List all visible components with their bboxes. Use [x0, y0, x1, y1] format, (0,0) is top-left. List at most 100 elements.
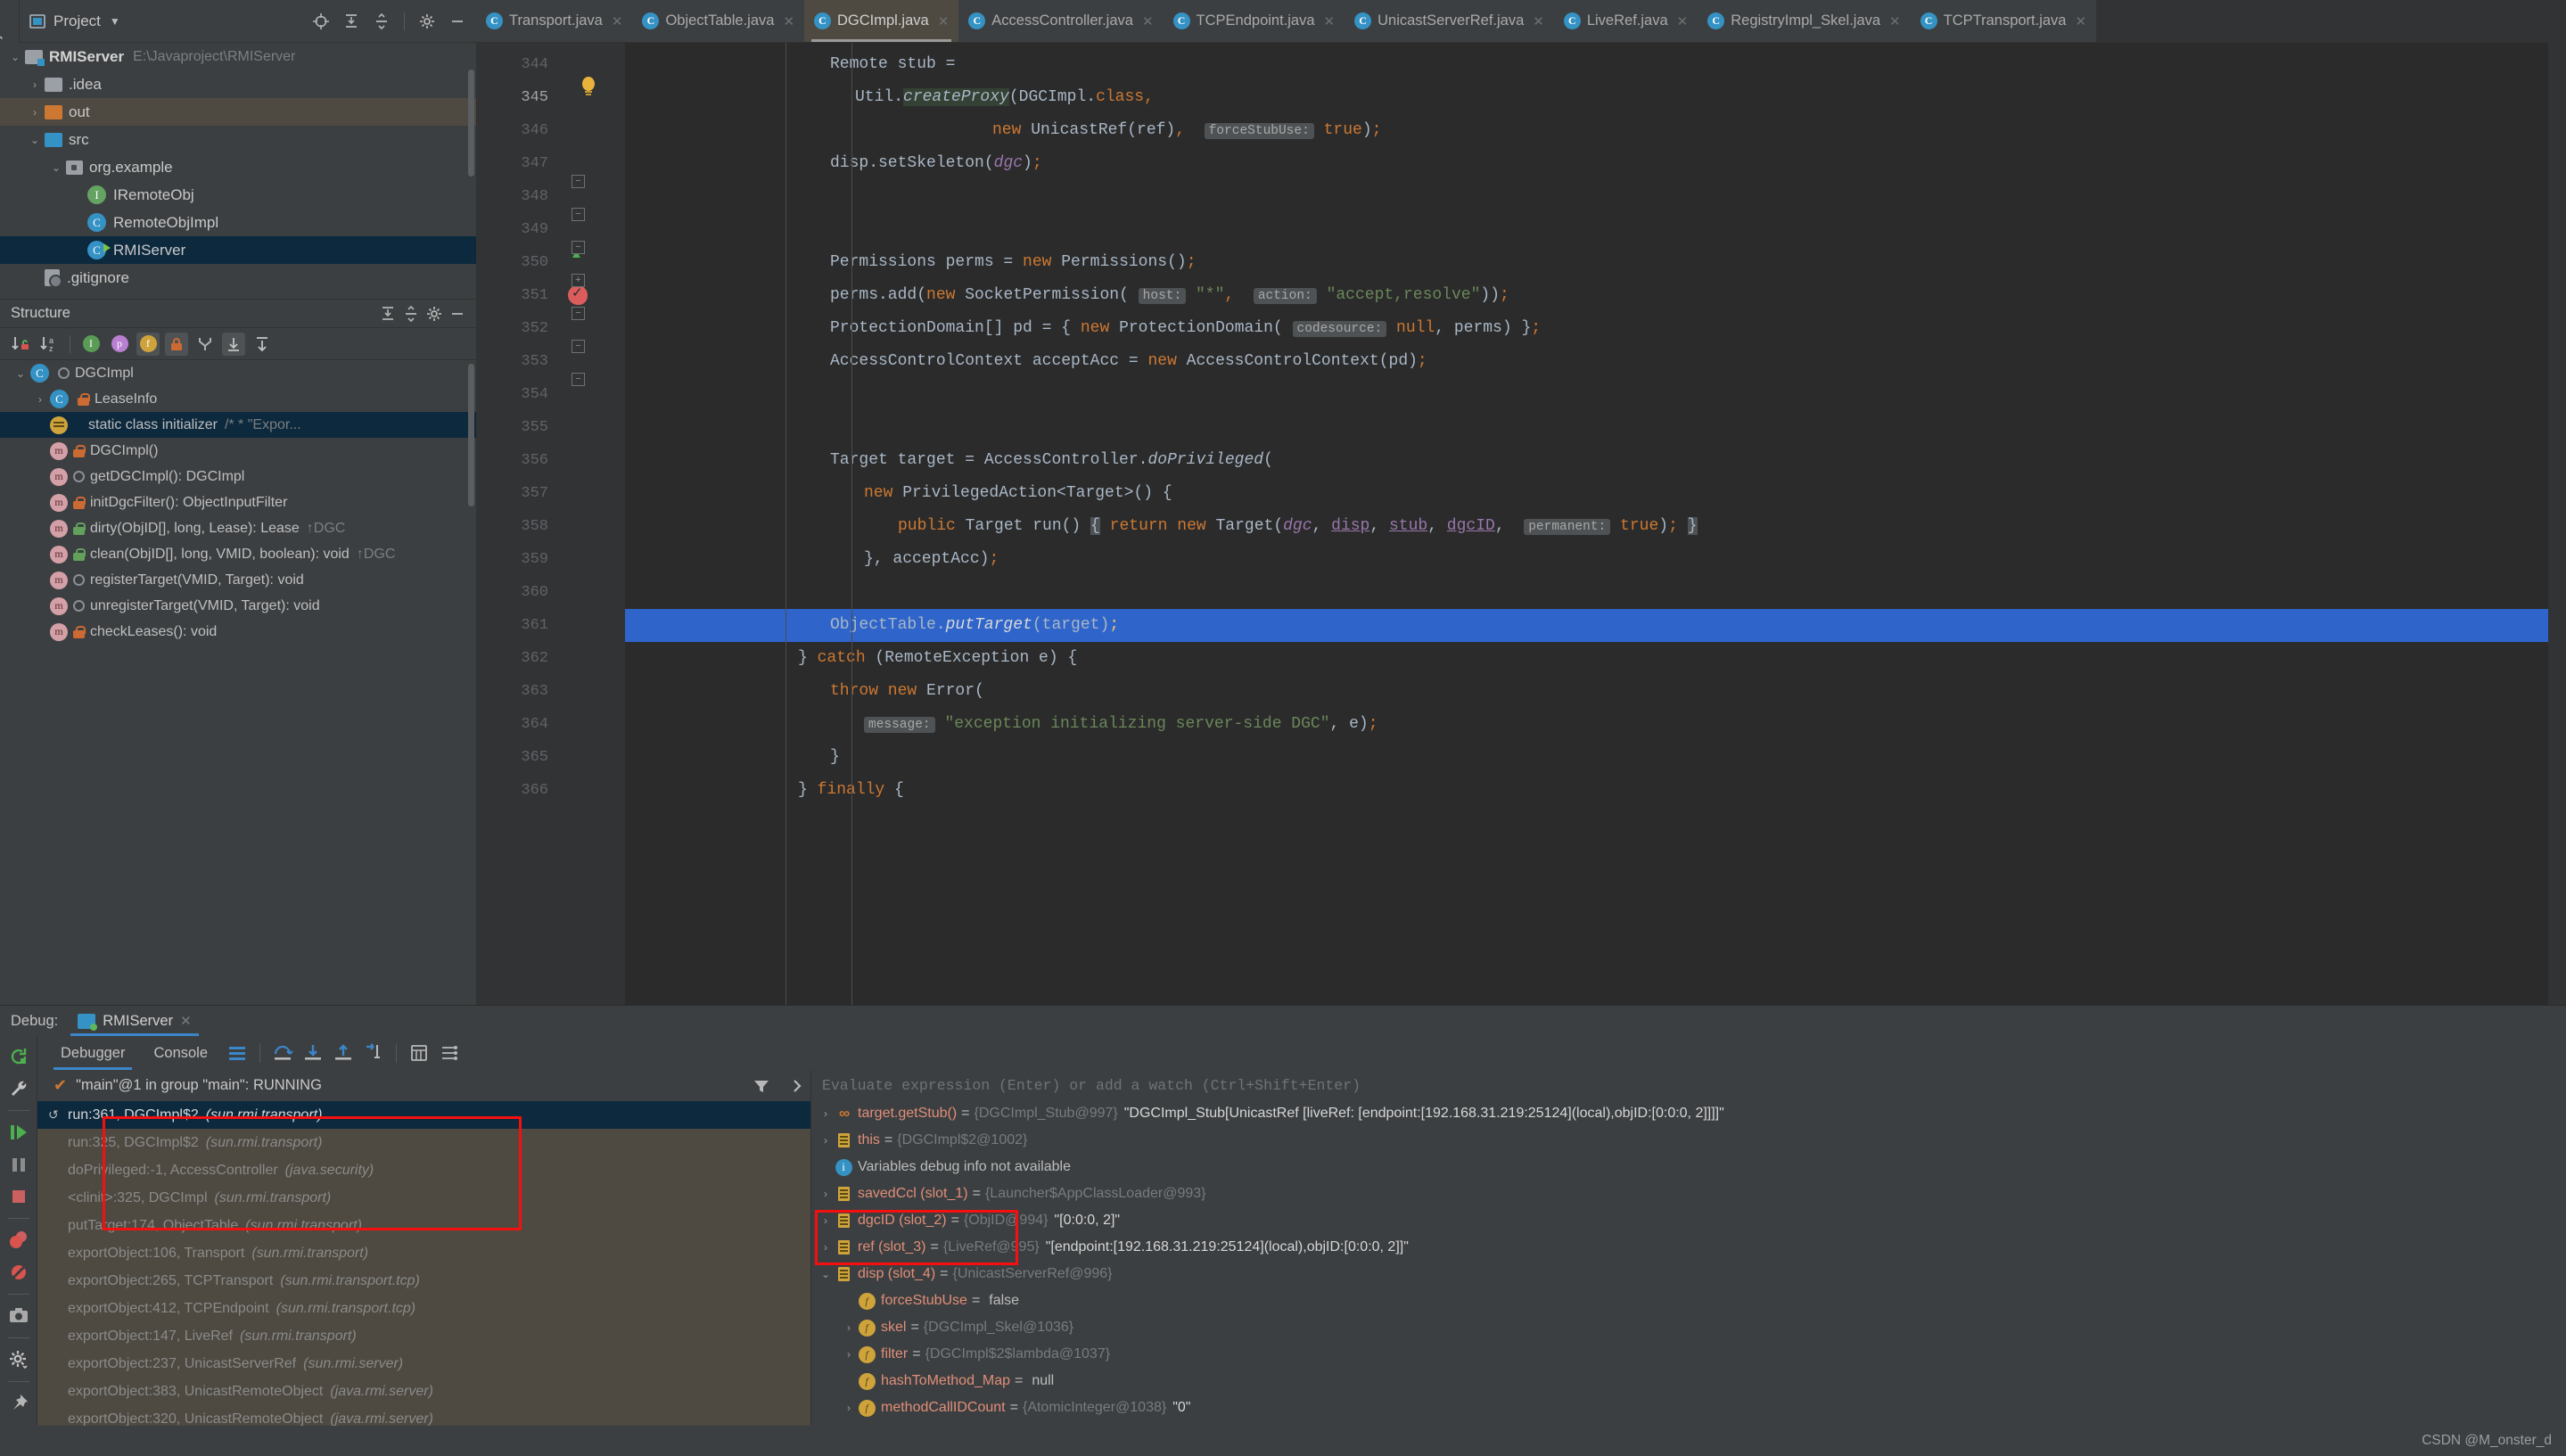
- variable-row[interactable]: › dgcID (slot_2) = {ObjID@994} "[0:0:0, 2]": [811, 1207, 2566, 1234]
- fold-marker-icon[interactable]: +: [572, 274, 585, 287]
- run-to-cursor-icon[interactable]: [358, 1040, 389, 1066]
- variable-row[interactable]: › f methodCallIDCount = {AtomicInteger@1038}…: [811, 1394, 2566, 1421]
- project-tree-item-iremoteobj[interactable]: ·I IRemoteObj: [0, 181, 476, 209]
- view-breakpoints-icon[interactable]: [4, 1225, 34, 1255]
- chevron-right-icon[interactable]: ›: [817, 1241, 835, 1254]
- editor-tab-registryimpl_skel-java[interactable]: C RegistryImpl_Skel.java ✕: [1698, 0, 1911, 42]
- show-properties-icon[interactable]: p: [108, 333, 131, 356]
- variable-row[interactable]: › f skel = {DGCImpl_Skel@1036}: [811, 1314, 2566, 1341]
- editor-gutter-icons[interactable]: ▲ − + − − − − −: [557, 43, 625, 1005]
- editor-tab-dgcimpl-java[interactable]: C DGCImpl.java ✕: [804, 0, 959, 42]
- structure-item[interactable]: ·m clean(ObjID[], long, VMID, boolean): v…: [0, 541, 476, 567]
- camera-icon[interactable]: [4, 1301, 34, 1331]
- structure-item[interactable]: ·m unregisterTarget(VMID, Target): void: [0, 593, 476, 619]
- layout-icon[interactable]: [222, 1040, 252, 1066]
- stack-frame-row[interactable]: exportObject:320, UnicastRemoteObject (ja…: [37, 1405, 810, 1426]
- chevron-right-icon[interactable]: ›: [840, 1321, 858, 1334]
- variable-row[interactable]: › ref (slot_3) = {LiveRef@995} "[endpoint:[1…: [811, 1234, 2566, 1261]
- resume-icon[interactable]: [4, 1117, 34, 1148]
- structure-item[interactable]: ·m dirty(ObjID[], long, Lease): Lease ↑DGC: [0, 515, 476, 541]
- editor-tab-accesscontroller-java[interactable]: C AccessController.java ✕: [958, 0, 1164, 42]
- settings-icon[interactable]: [434, 1040, 465, 1066]
- step-into-icon[interactable]: [298, 1040, 328, 1066]
- step-over-icon[interactable]: [267, 1040, 298, 1066]
- code-line[interactable]: perms.add(new SocketPermission( host: "*…: [625, 279, 2566, 312]
- fold-marker-icon[interactable]: −: [572, 241, 585, 254]
- minimize-icon[interactable]: [446, 302, 469, 325]
- code-line[interactable]: [625, 378, 2566, 411]
- code-line[interactable]: ProtectionDomain[] pd = { new Protection…: [625, 312, 2566, 345]
- structure-item[interactable]: › C LeaseInfo: [0, 386, 476, 412]
- expand-all-icon[interactable]: [340, 10, 363, 33]
- close-icon[interactable]: ✕: [1324, 13, 1336, 29]
- editor-tab-objecttable-java[interactable]: C ObjectTable.java ✕: [632, 0, 805, 42]
- expand-all-icon[interactable]: [376, 302, 399, 325]
- project-tree-item-src[interactable]: ⌄ src: [0, 126, 476, 153]
- code-line[interactable]: disp.setSkeleton(dgc);: [625, 147, 2566, 180]
- chevron-down-icon[interactable]: ⌄: [817, 1268, 835, 1280]
- variable-row[interactable]: ›fref={LiveRef@995}"[endpoint:[192.168.3…: [811, 1421, 2566, 1426]
- project-tree-item-idea[interactable]: › .idea: [0, 70, 476, 98]
- code-editor[interactable]: 344 345 346 347 348 349 350 351 352 353 354 355 356 3…: [476, 43, 2566, 1005]
- chevron-down-icon[interactable]: ▼: [110, 15, 120, 28]
- code-line[interactable]: [625, 180, 2566, 213]
- fold-marker-icon[interactable]: −: [572, 175, 585, 188]
- chevron-right-icon[interactable]: ›: [817, 1107, 835, 1120]
- variable-row[interactable]: › f filter = {DGCImpl$2$lambda@1037}: [811, 1341, 2566, 1368]
- chevron-down-icon[interactable]: ⌄: [5, 51, 25, 63]
- collapse-all-icon[interactable]: [370, 10, 393, 33]
- structure-tree[interactable]: ⌄CDGCImpl›CLeaseInfo·static class initia…: [0, 360, 476, 1005]
- expand-hierarchy-icon[interactable]: [193, 333, 217, 356]
- close-icon[interactable]: ✕: [180, 1013, 192, 1029]
- gear-icon[interactable]: [423, 302, 446, 325]
- show-inherited-icon[interactable]: I: [79, 333, 103, 356]
- project-tree-item-gitignore[interactable]: · .gitignore: [0, 264, 476, 292]
- close-icon[interactable]: ✕: [938, 13, 950, 29]
- stack-frame-row[interactable]: <clinit>:325, DGCImpl (sun.rmi.transport): [37, 1184, 810, 1212]
- project-tree-item-orgexample[interactable]: ⌄ org.example: [0, 153, 476, 181]
- frames-panel[interactable]: ✔ "main"@1 in group "main": RUNNING ↺ run…: [37, 1070, 811, 1426]
- code-line[interactable]: Target target = AccessController.doPrivi…: [625, 444, 2566, 477]
- code-line[interactable]: }, acceptAcc);: [625, 543, 2566, 576]
- structure-item[interactable]: · static class initializer /* * "Expor...: [0, 412, 476, 438]
- project-tree-item-rmiserver[interactable]: ⌄ RMIServer E:\Javaproject\RMIServer: [0, 43, 476, 70]
- pause-icon[interactable]: [4, 1149, 34, 1180]
- chevron-down-icon[interactable]: ⌄: [46, 161, 66, 174]
- structure-item[interactable]: ·m registerTarget(VMID, Target): void: [0, 567, 476, 593]
- code-text-area[interactable]: Remote stub = Util.createProxy(DGCImpl.cl…: [625, 43, 2566, 1005]
- chevron-right-icon[interactable]: ›: [817, 1134, 835, 1147]
- editor-tab-tcpendpoint-java[interactable]: C TCPEndpoint.java ✕: [1163, 0, 1345, 42]
- scroll-to-source-icon[interactable]: [251, 333, 274, 356]
- chevron-right-icon[interactable]: ›: [840, 1348, 858, 1361]
- tab-debugger[interactable]: Debugger: [46, 1036, 139, 1070]
- close-icon[interactable]: ✕: [1889, 13, 1901, 29]
- fold-marker-icon[interactable]: −: [572, 208, 585, 221]
- editor-tab-unicastserverref-java[interactable]: C UnicastServerRef.java ✕: [1345, 0, 1554, 42]
- stack-frame-row[interactable]: exportObject:106, Transport (sun.rmi.tran…: [37, 1239, 810, 1267]
- structure-item[interactable]: ·m checkLeases(): void: [0, 619, 476, 645]
- project-tree-item-rmiserver[interactable]: ·CRMIServer: [0, 236, 476, 264]
- code-line[interactable]: message: "exception initializing server-…: [625, 708, 2566, 741]
- close-icon[interactable]: ✕: [1142, 13, 1154, 29]
- project-tree-scrollbar[interactable]: [468, 70, 474, 177]
- code-line[interactable]: [625, 213, 2566, 246]
- gear-icon[interactable]: [4, 1345, 34, 1375]
- code-line[interactable]: [625, 411, 2566, 444]
- structure-item[interactable]: ·m getDGCImpl(): DGCImpl: [0, 464, 476, 489]
- stack-frame-row[interactable]: exportObject:383, UnicastRemoteObject (ja…: [37, 1378, 810, 1405]
- chevron-right-icon[interactable]: ›: [817, 1188, 835, 1200]
- code-line[interactable]: new PrivilegedAction<Target>() {: [625, 477, 2566, 510]
- variables-tree[interactable]: › ∞ target.getStub() = {DGCImpl_Stub@997} "DG…: [811, 1100, 2566, 1426]
- chevron-right-icon[interactable]: ›: [30, 393, 50, 406]
- show-non-public-icon[interactable]: [165, 332, 188, 356]
- chevron-down-icon[interactable]: ⌄: [11, 367, 30, 380]
- breakpoint-icon[interactable]: [568, 284, 588, 305]
- stack-frame-row[interactable]: putTarget:174, ObjectTable (sun.rmi.trans…: [37, 1212, 810, 1239]
- close-icon[interactable]: ✕: [1533, 13, 1544, 29]
- code-line[interactable]: AccessControlContext acceptAcc = new Acc…: [625, 345, 2566, 378]
- fold-marker-icon[interactable]: −: [572, 340, 585, 353]
- project-tree-item-remoteobjimpl[interactable]: ·C RemoteObjImpl: [0, 209, 476, 236]
- editor-error-stripe[interactable]: [2548, 43, 2566, 1005]
- code-line[interactable]: Permissions perms = new Permissions();: [625, 246, 2566, 279]
- rerun-icon[interactable]: [4, 1041, 34, 1072]
